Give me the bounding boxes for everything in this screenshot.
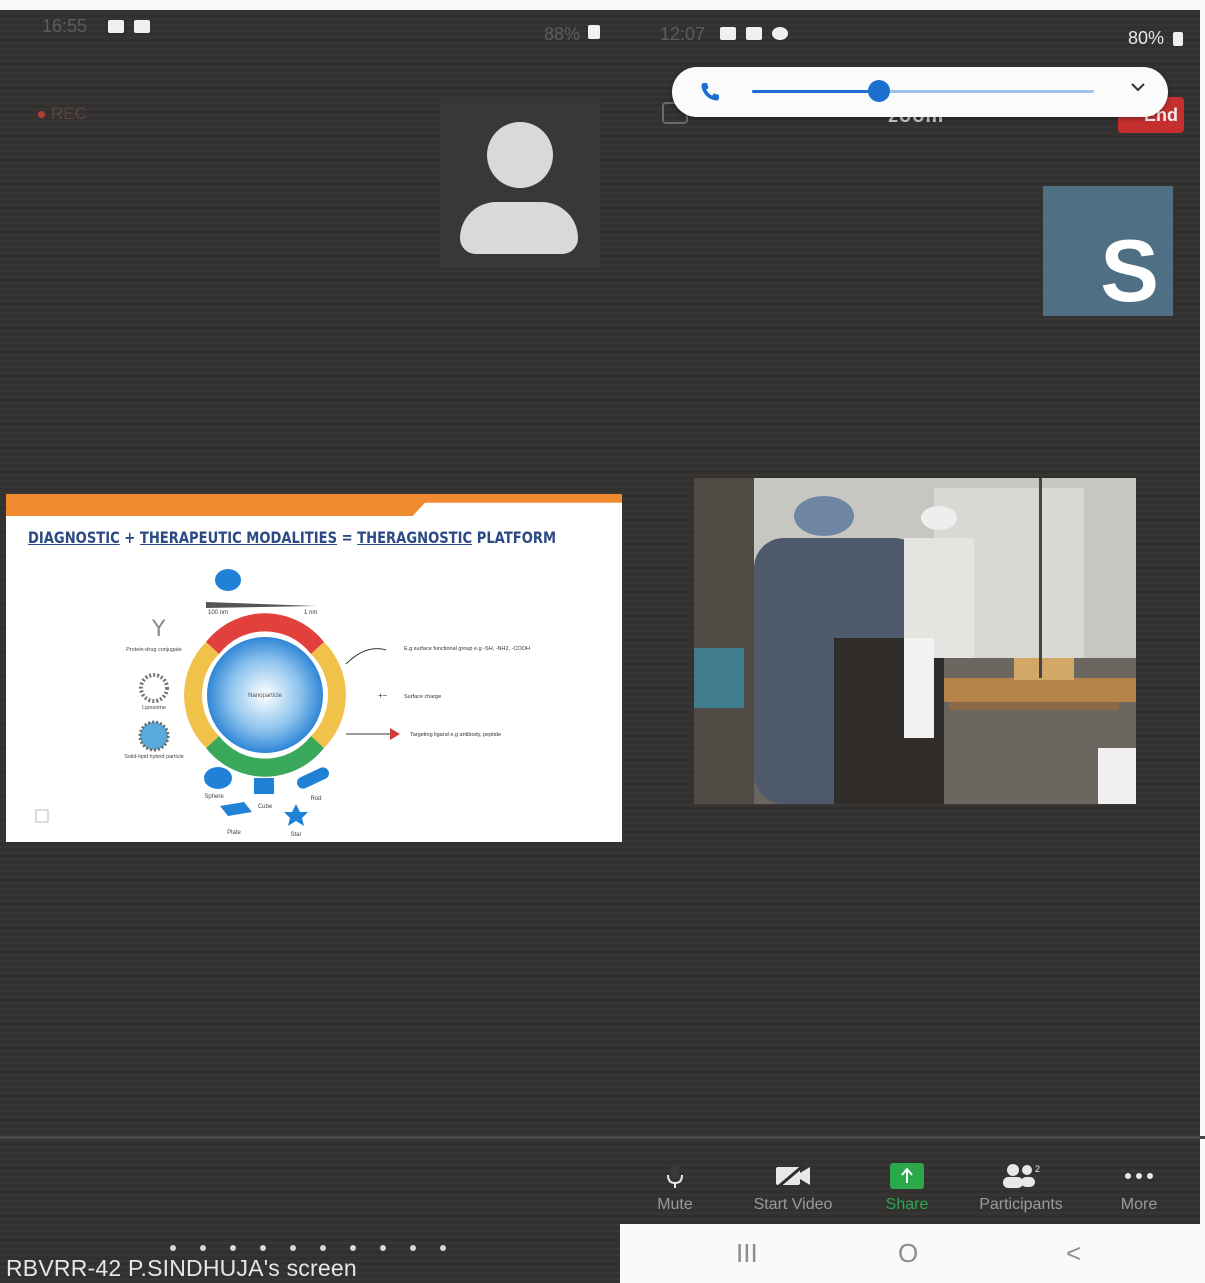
back-icon[interactable]: < bbox=[1066, 1238, 1081, 1269]
screen-caption: RBVRR-42 P.SINDHUJA's screen bbox=[6, 1255, 357, 1281]
settings-icon bbox=[772, 27, 788, 40]
shape-label-2: Rod bbox=[310, 796, 321, 802]
page-indicator bbox=[170, 1245, 470, 1255]
battery-icon bbox=[588, 25, 600, 39]
nanoparticle-diagram: 100 nm 1 nm Nanoparticle Y Protein-drug … bbox=[35, 569, 530, 838]
mute-button[interactable]: Mute bbox=[620, 1160, 730, 1214]
star-shape-icon bbox=[284, 804, 308, 826]
meeting-screen: 16:55 88% 12:07 80% REC zoom End S bbox=[0, 0, 1205, 1283]
volume-fill bbox=[752, 90, 879, 93]
recording-indicator: REC bbox=[38, 104, 87, 124]
recording-label: REC bbox=[51, 104, 87, 123]
participants-icon: 2 bbox=[966, 1160, 1076, 1192]
notification-icon bbox=[720, 27, 736, 40]
phone-icon bbox=[698, 80, 722, 104]
right-item-label-1: Surface charge bbox=[404, 694, 441, 700]
right-border bbox=[1200, 0, 1205, 1283]
participants-button[interactable]: 2 Participants bbox=[966, 1160, 1076, 1214]
start-video-label: Start Video bbox=[753, 1196, 833, 1213]
size-left-label: 100 nm bbox=[208, 610, 228, 616]
avatar-head-icon bbox=[487, 122, 553, 188]
participants-count: 2 bbox=[1035, 1164, 1040, 1174]
hybrid-particle-icon bbox=[138, 720, 170, 752]
right-item-label-2: Targeting ligand e.g antibody, peptide bbox=[410, 732, 501, 738]
more-button[interactable]: More bbox=[1084, 1160, 1194, 1214]
core-label: Nanoparticle bbox=[248, 693, 282, 699]
status-time-left: 16:55 bbox=[42, 16, 88, 36]
toolbar-separator bbox=[0, 1136, 1205, 1139]
shared-slide: DIAGNOSTIC + THERAPEUTIC MODALITIES = TH… bbox=[6, 494, 622, 842]
mute-label: Mute bbox=[657, 1196, 693, 1213]
status-battery-right: 80% bbox=[1128, 28, 1165, 48]
share-button[interactable]: Share bbox=[852, 1160, 962, 1214]
left-item-label-2: Solid-lipid hybrid particle bbox=[124, 754, 184, 760]
video-off-icon bbox=[738, 1160, 848, 1192]
plate-shape-icon bbox=[220, 802, 252, 816]
rod-shape-icon bbox=[297, 767, 329, 789]
left-item-label-1: Liposome bbox=[142, 705, 166, 711]
youtube-icon bbox=[134, 20, 150, 33]
left-item-label-0: Protein-drug conjugate bbox=[126, 647, 182, 653]
battery-icon bbox=[1173, 32, 1183, 46]
cube-shape-icon bbox=[254, 778, 274, 794]
top-border bbox=[0, 0, 1205, 10]
chevron-down-icon[interactable] bbox=[1128, 77, 1148, 103]
volume-slider[interactable] bbox=[752, 80, 1094, 102]
liposome-icon bbox=[139, 673, 169, 703]
recent-apps-icon[interactable]: III bbox=[736, 1238, 758, 1269]
share-label: Share bbox=[885, 1196, 929, 1213]
shape-label-0: Sphere bbox=[204, 794, 224, 800]
meeting-toolbar: Mute Start Video Share 2 Participants Mo… bbox=[620, 1160, 1205, 1230]
video-frame bbox=[694, 478, 1136, 804]
participants-label: Participants bbox=[979, 1196, 1063, 1213]
status-battery-left: 88% bbox=[544, 24, 581, 44]
sphere-shape-icon bbox=[204, 767, 232, 789]
status-time-right: 12:07 bbox=[660, 24, 706, 44]
volume-thumb[interactable] bbox=[867, 80, 890, 102]
recording-dot-icon bbox=[38, 111, 45, 119]
participant-initial-tile[interactable]: S bbox=[1043, 186, 1173, 320]
right-item-label-0: E.g surface functional group e.g -SH, -N… bbox=[404, 646, 530, 652]
participant-video[interactable] bbox=[694, 478, 1136, 804]
shape-label-1: Cube bbox=[258, 804, 273, 810]
android-nav-bar: III O < bbox=[620, 1224, 1205, 1283]
home-icon[interactable]: O bbox=[898, 1238, 918, 1269]
size-sphere-icon bbox=[215, 569, 241, 591]
mic-icon bbox=[620, 1160, 730, 1192]
avatar-body-icon bbox=[460, 202, 578, 254]
svg-text:+−: +− bbox=[378, 691, 388, 700]
svg-text:Y: Y bbox=[151, 617, 166, 642]
size-right-label: 1 nm bbox=[304, 610, 317, 616]
share-icon bbox=[852, 1160, 962, 1192]
shape-label-3: Plate bbox=[227, 830, 241, 836]
participant-avatar-tile[interactable] bbox=[440, 98, 600, 268]
youtube-icon bbox=[746, 27, 762, 40]
more-label: More bbox=[1120, 1196, 1158, 1213]
start-video-button[interactable]: Start Video bbox=[738, 1160, 848, 1214]
youtube-icon bbox=[108, 20, 124, 33]
size-scale-wedge bbox=[206, 602, 316, 608]
call-volume-panel bbox=[672, 67, 1168, 117]
shape-label-4: Star bbox=[290, 832, 301, 838]
more-icon bbox=[1084, 1160, 1194, 1192]
